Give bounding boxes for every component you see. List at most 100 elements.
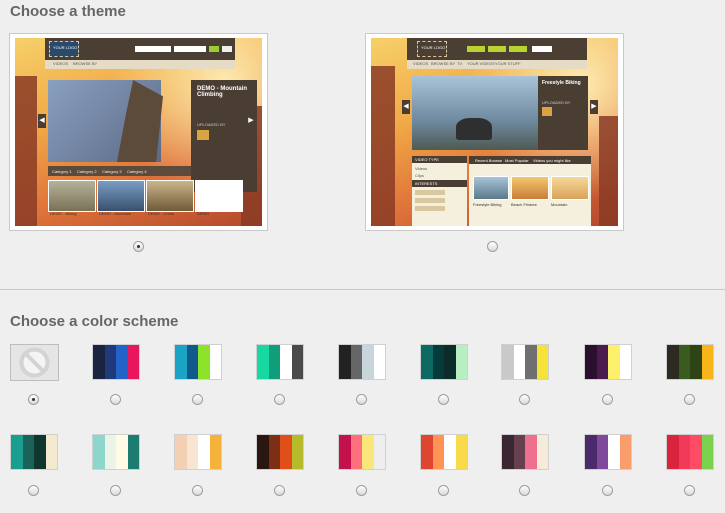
color-scheme-radio-14[interactable]	[438, 485, 449, 496]
color-stripe	[93, 345, 106, 379]
color-stripe	[373, 435, 385, 469]
color-scheme-radio-5[interactable]	[438, 394, 449, 405]
color-stripe	[433, 435, 444, 469]
color-stripe	[421, 435, 434, 469]
color-stripe	[608, 345, 620, 379]
theme-section-title: Choose a theme	[10, 3, 126, 20]
color-stripe	[455, 345, 467, 379]
color-stripe	[269, 435, 280, 469]
color-stripe	[34, 435, 46, 469]
color-stripe	[45, 435, 57, 469]
color-stripe	[585, 435, 598, 469]
color-stripe	[597, 435, 608, 469]
color-scheme-radio-11[interactable]	[192, 485, 203, 496]
color-stripe	[105, 345, 116, 379]
color-stripe	[291, 345, 303, 379]
color-scheme-radio-10[interactable]	[110, 485, 121, 496]
color-stripe	[127, 345, 139, 379]
color-stripe	[619, 435, 631, 469]
color-scheme-16[interactable]	[584, 434, 632, 470]
color-stripe	[187, 345, 198, 379]
color-stripe	[280, 345, 292, 379]
color-stripe	[667, 435, 680, 469]
theme-2-radio[interactable]	[487, 241, 498, 252]
color-scheme-radio-7[interactable]	[602, 394, 613, 405]
color-stripe	[525, 345, 537, 379]
color-scheme-radio-4[interactable]	[356, 394, 367, 405]
color-stripe	[198, 345, 210, 379]
color-scheme-4[interactable]	[338, 344, 386, 380]
color-stripe	[421, 345, 434, 379]
color-stripe	[701, 345, 713, 379]
theme-1-logo: YOUR LOGO	[49, 41, 79, 57]
color-scheme-6[interactable]	[501, 344, 549, 380]
color-stripe	[339, 435, 352, 469]
color-scheme-radio-8[interactable]	[684, 394, 695, 405]
color-stripe	[269, 345, 280, 379]
theme-2-preview: YOUR LOGO VIDEOS BROWSE BY TV YOUR VIDEO…	[371, 38, 618, 226]
color-stripe	[291, 435, 303, 469]
theme-option-1[interactable]: YOUR LOGO VIDEOS BROWSE BY DEMO - Mounta…	[9, 33, 268, 231]
color-scheme-radio-17[interactable]	[684, 485, 695, 496]
color-scheme-17[interactable]	[666, 434, 714, 470]
color-scheme-radio-6[interactable]	[519, 394, 530, 405]
color-scheme-radio-0[interactable]	[28, 394, 39, 405]
color-scheme-radio-13[interactable]	[356, 485, 367, 496]
color-stripe	[701, 435, 713, 469]
color-stripe	[257, 345, 270, 379]
color-scheme-3[interactable]	[256, 344, 304, 380]
color-stripe	[585, 345, 598, 379]
color-stripe	[690, 435, 702, 469]
color-scheme-none[interactable]	[10, 344, 59, 381]
color-scheme-radio-9[interactable]	[28, 485, 39, 496]
color-stripe	[444, 435, 456, 469]
color-stripe	[373, 345, 385, 379]
color-stripe	[536, 345, 548, 379]
color-scheme-14[interactable]	[420, 434, 468, 470]
color-scheme-1[interactable]	[92, 344, 140, 380]
color-scheme-2[interactable]	[174, 344, 222, 380]
color-scheme-10[interactable]	[92, 434, 140, 470]
color-scheme-radio-16[interactable]	[602, 485, 613, 496]
color-scheme-15[interactable]	[501, 434, 549, 470]
color-stripe	[175, 435, 188, 469]
color-stripe	[23, 435, 34, 469]
color-scheme-radio-1[interactable]	[110, 394, 121, 405]
color-stripe	[444, 345, 456, 379]
color-stripe	[597, 345, 608, 379]
theme-option-2[interactable]: YOUR LOGO VIDEOS BROWSE BY TV YOUR VIDEO…	[365, 33, 624, 231]
color-stripe	[502, 345, 515, 379]
color-stripe	[667, 345, 680, 379]
color-stripe	[362, 435, 374, 469]
color-stripe	[93, 435, 106, 469]
color-scheme-radio-15[interactable]	[519, 485, 530, 496]
color-stripe	[209, 345, 221, 379]
color-scheme-radio-2[interactable]	[192, 394, 203, 405]
color-scheme-8[interactable]	[666, 344, 714, 380]
color-scheme-12[interactable]	[256, 434, 304, 470]
color-scheme-radio-12[interactable]	[274, 485, 285, 496]
color-scheme-11[interactable]	[174, 434, 222, 470]
color-stripe	[433, 345, 444, 379]
color-scheme-5[interactable]	[420, 344, 468, 380]
color-stripe	[209, 435, 221, 469]
color-scheme-13[interactable]	[338, 434, 386, 470]
color-stripe	[679, 435, 690, 469]
color-stripe	[619, 345, 631, 379]
color-stripe	[608, 435, 620, 469]
color-scheme-7[interactable]	[584, 344, 632, 380]
color-scheme-9[interactable]	[10, 434, 58, 470]
color-stripe	[690, 345, 702, 379]
color-stripe	[514, 435, 525, 469]
color-stripe	[514, 345, 525, 379]
color-stripe	[339, 345, 352, 379]
color-stripe	[502, 435, 515, 469]
none-icon	[19, 347, 50, 378]
theme-1-radio[interactable]	[133, 241, 144, 252]
color-scheme-radio-3[interactable]	[274, 394, 285, 405]
color-stripe	[257, 435, 270, 469]
color-stripe	[198, 435, 210, 469]
color-stripe	[105, 435, 116, 469]
color-stripe	[11, 435, 24, 469]
color-stripe	[536, 435, 548, 469]
